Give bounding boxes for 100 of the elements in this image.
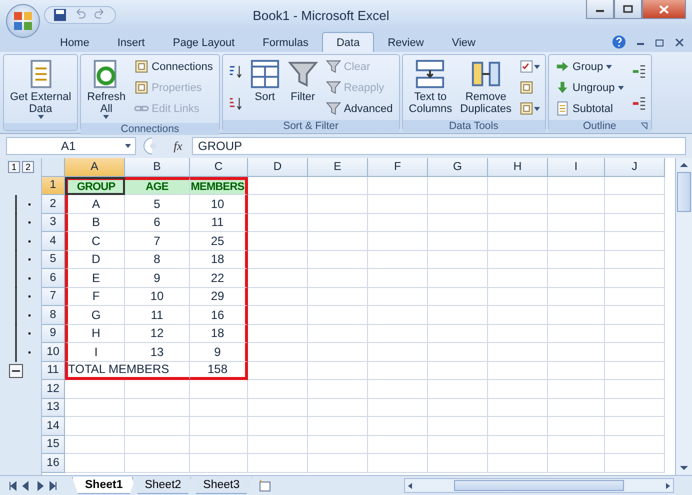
save-icon[interactable] (53, 8, 67, 22)
ribbon-button[interactable]: Filter (286, 57, 320, 105)
column-header[interactable]: B (125, 158, 190, 176)
row-header[interactable]: 15 (42, 436, 65, 454)
ribbon-button[interactable]: Group (552, 57, 626, 76)
table-cell (248, 454, 308, 472)
dialog-launcher-icon[interactable] (640, 122, 648, 130)
ribbon-button[interactable]: Sort (248, 57, 282, 105)
column-header[interactable]: J (605, 158, 665, 176)
row-header[interactable]: 16 (42, 454, 65, 472)
scroll-thumb[interactable] (454, 480, 624, 491)
ribbon-tab[interactable]: View (438, 32, 490, 52)
column-header[interactable]: E (308, 158, 368, 176)
row-header[interactable]: 5 (42, 250, 65, 269)
scroll-thumb[interactable] (677, 172, 691, 212)
sheet-tab[interactable]: Sheet3 (190, 477, 253, 494)
table-cell (548, 380, 605, 398)
table-cell: 10 (190, 195, 248, 214)
table-cell (548, 288, 605, 306)
row-header[interactable]: 3 (42, 214, 65, 232)
ribbon-tab[interactable]: Review (374, 32, 438, 52)
table-cell (248, 250, 308, 269)
column-header[interactable]: I (548, 158, 605, 176)
column-header[interactable]: H (488, 158, 548, 176)
table-cell (308, 362, 368, 380)
table-cell (428, 176, 488, 195)
restore-icon[interactable] (655, 38, 665, 46)
table-cell (190, 417, 248, 436)
ribbon-tab[interactable]: Home (46, 32, 104, 52)
table-cell (308, 269, 368, 288)
table-cell (548, 324, 605, 343)
ribbon-button[interactable]: Remove Duplicates (458, 57, 514, 117)
table-cell: 12 (125, 324, 190, 343)
ribbon-button[interactable]: Text to Columns (406, 57, 454, 117)
table-cell: D (65, 250, 125, 269)
column-header[interactable]: A (65, 158, 125, 176)
table-cell (428, 362, 488, 380)
table-cell (605, 436, 665, 454)
arrow-right-icon (554, 59, 570, 74)
column-header[interactable]: C (190, 158, 248, 176)
column-header[interactable]: F (368, 158, 428, 176)
table-cell (65, 380, 125, 398)
table-cell (428, 250, 488, 269)
ribbon-tab[interactable]: Data (322, 32, 374, 52)
function-label[interactable]: fx (168, 138, 188, 154)
ribbon-button[interactable]: Get External Data (8, 57, 74, 121)
table-cell (65, 454, 125, 472)
table-cell: AGE (125, 176, 190, 195)
table-cell (548, 250, 605, 269)
office-button[interactable] (6, 4, 40, 38)
row-header[interactable]: 1 (42, 176, 65, 195)
row-header[interactable]: 8 (42, 306, 65, 324)
ribbon-button[interactable]: Ungroup (552, 78, 626, 97)
maximize-button[interactable] (614, 0, 642, 19)
ribbon-button[interactable]: Connections (132, 57, 215, 76)
outline-level-button[interactable]: 1 (8, 161, 20, 174)
close-button[interactable] (642, 0, 686, 19)
row-header[interactable]: 11 (42, 362, 65, 380)
minimize-button[interactable] (586, 0, 614, 19)
table-cell (488, 176, 548, 195)
table-cell: 7 (125, 232, 190, 250)
row-header[interactable]: 6 (42, 269, 65, 288)
table-cell (488, 288, 548, 306)
name-box[interactable]: A1 (6, 137, 136, 155)
formula-field[interactable]: GROUP (192, 137, 686, 155)
ribbon-button[interactable]: Advanced (324, 99, 395, 118)
row-header[interactable]: 14 (42, 417, 65, 436)
table-cell: 11 (125, 306, 190, 324)
table-cell (428, 417, 488, 436)
collapse-icon[interactable] (9, 364, 23, 378)
column-header[interactable]: D (248, 158, 308, 176)
sheet-icon (554, 101, 570, 116)
row-header[interactable]: 12 (42, 380, 65, 398)
ribbon-button[interactable]: Refresh All (85, 57, 128, 121)
table-cell (368, 176, 428, 195)
column-header[interactable]: G (428, 158, 488, 176)
ribbon-tab[interactable]: Insert (103, 32, 159, 52)
row-header[interactable]: 10 (42, 343, 65, 362)
table-cell (548, 269, 605, 288)
table-cell: 18 (190, 324, 248, 343)
ribbon-button[interactable]: Subtotal (552, 99, 626, 118)
ribbon-tab[interactable]: Formulas (248, 32, 322, 52)
funnel-icon (288, 59, 318, 89)
table-cell (248, 380, 308, 398)
table-cell (368, 232, 428, 250)
row-header[interactable]: 2 (42, 195, 65, 214)
sheet-tab[interactable]: Sheet1 (72, 477, 136, 494)
table-cell: MEMBERS (190, 176, 248, 195)
row-header[interactable]: 7 (42, 288, 65, 306)
row-header[interactable]: 13 (42, 398, 65, 417)
outline-level-button[interactable]: 2 (22, 161, 34, 174)
horizontal-scrollbar[interactable] (404, 478, 674, 493)
close-icon[interactable] (675, 38, 684, 46)
table-cell (190, 380, 248, 398)
ribbon-tab[interactable]: Page Layout (158, 32, 249, 52)
row-header[interactable]: 4 (42, 232, 65, 250)
table-cell: 9 (190, 343, 248, 362)
row-header[interactable]: 9 (42, 324, 65, 343)
help-icon[interactable] (612, 35, 626, 49)
insert-sheet-icon[interactable] (256, 478, 273, 492)
